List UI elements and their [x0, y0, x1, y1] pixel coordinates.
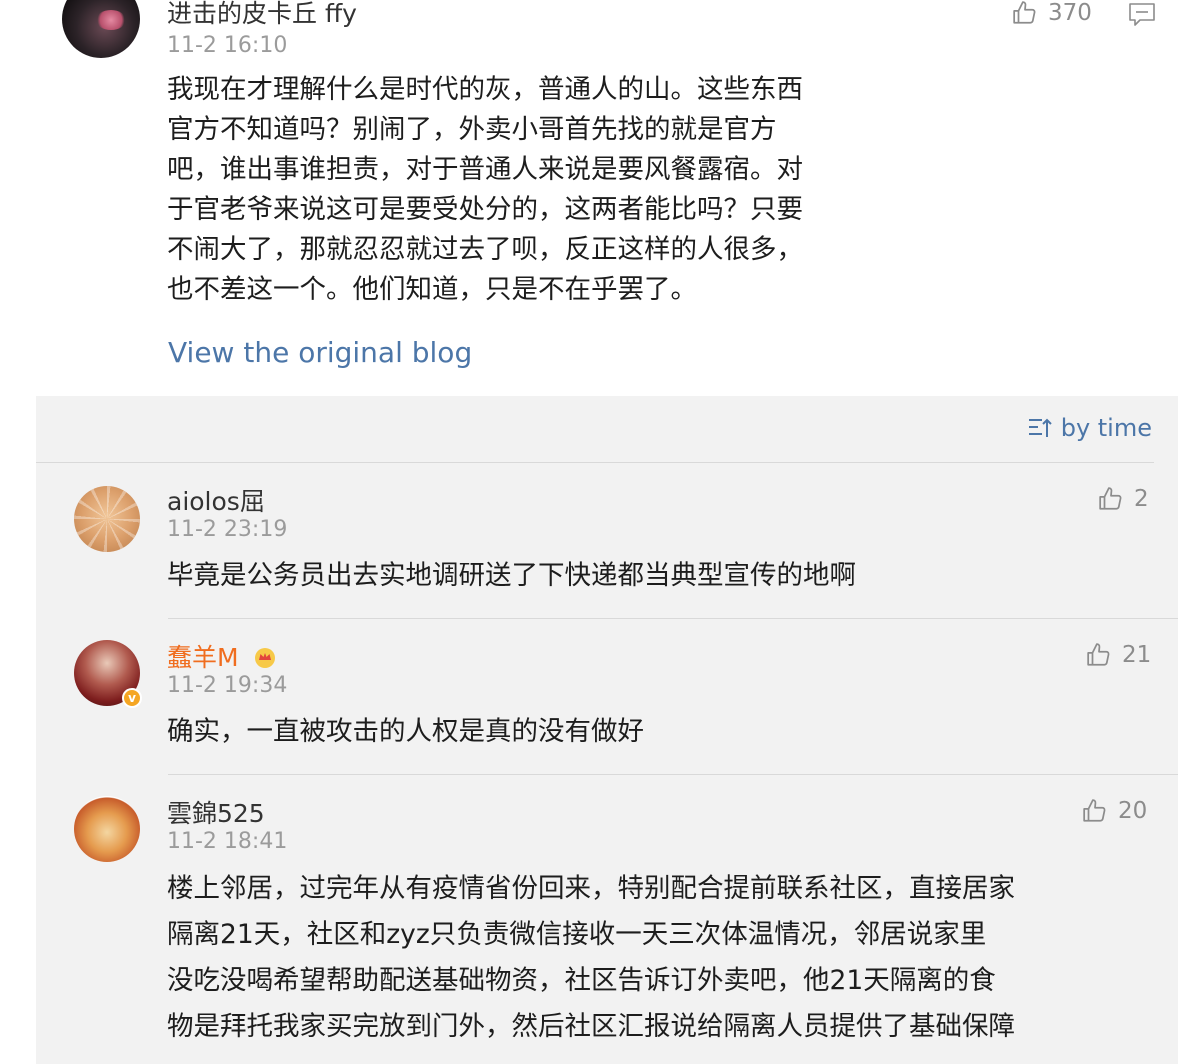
divider — [36, 462, 1154, 463]
thumbs-up-icon — [1087, 643, 1110, 666]
like-count: 21 — [1122, 642, 1152, 668]
reply-line: 毕竟是公务员出去实地调研送了下快递都当典型宣传的地啊 — [167, 560, 856, 591]
thumbs-up-icon — [1099, 487, 1122, 510]
reply-time: 11-2 19:34 — [167, 673, 288, 698]
comment-line: 我现在才理解什么是时代的灰，普通人的山。这些东西 — [167, 74, 803, 105]
like-count: 20 — [1118, 798, 1148, 824]
reply-comment-icon[interactable] — [1128, 2, 1156, 28]
comment-username[interactable]: 进击的皮卡丘 ffy — [167, 0, 357, 30]
reply-line: 楼上邻居，过完年从有疫情省份回来，特别配合提前联系社区，直接居家 — [167, 873, 1015, 904]
like-button[interactable]: 20 — [1082, 798, 1147, 824]
reply-line: 物是拜托我家买完放到门外，然后社区汇报说给隔离人员提供了基础保障 — [167, 1011, 1015, 1042]
comment-line: 吧，谁出事谁担责，对于普通人来说是要风餐露宿。对 — [167, 154, 803, 185]
avatar-image — [96, 10, 126, 30]
reply-time: 11-2 23:19 — [167, 517, 288, 542]
verified-icon: v — [122, 688, 142, 708]
comment-time: 11-2 16:10 — [167, 33, 288, 58]
avatar[interactable] — [62, 0, 140, 58]
reply-body: 确实，一直被攻击的人权是真的没有做好 — [167, 712, 644, 752]
reply-username[interactable]: 蠢羊M — [167, 638, 277, 674]
reply-body: 楼上邻居，过完年从有疫情省份回来，特别配合提前联系社区，直接居家 隔离21天，社… — [167, 866, 1015, 1050]
reply-line: 确实，一直被攻击的人权是真的没有做好 — [167, 716, 644, 747]
divider — [168, 774, 1178, 775]
reply-username[interactable]: 雲錦525 — [167, 794, 265, 830]
comment-body: 我现在才理解什么是时代的灰，普通人的山。这些东西 官方不知道吗？别闹了，外卖小哥… — [167, 70, 803, 310]
divider — [168, 618, 1178, 619]
like-button[interactable]: 370 — [1012, 0, 1092, 26]
comment-line: 于官老爷来说这可是要受处分的，这两者能比吗？只要 — [167, 194, 803, 225]
reply-line: 隔离21天，社区和zyz只负责微信接收一天三次体温情况，邻居说家里 — [167, 919, 987, 950]
comment-line: 也不差这一个。他们知道，只是不在乎罢了。 — [167, 274, 697, 305]
reply-time: 11-2 18:41 — [167, 829, 288, 854]
reply-body: 毕竟是公务员出去实地调研送了下快递都当典型宣传的地啊 — [167, 556, 856, 596]
sort-label: by time — [1060, 414, 1152, 442]
reply-username-text: 蠢羊M — [167, 643, 239, 672]
reply-username[interactable]: aiolos屈 — [167, 482, 265, 518]
sort-by-time-button[interactable]: by time — [1027, 414, 1152, 442]
avatar[interactable] — [74, 796, 140, 862]
thumbs-up-icon — [1013, 1, 1036, 24]
comment-line: 不闹大了，那就忍忍就过去了呗，反正这样的人很多， — [167, 234, 803, 265]
like-count: 370 — [1048, 0, 1092, 26]
crown-icon — [254, 648, 275, 668]
like-button[interactable]: 2 — [1098, 486, 1149, 512]
thumbs-up-icon — [1083, 799, 1106, 822]
main-comment: 进击的皮卡丘 ffy 11-2 16:10 370 我现在才理解什么是时代的灰，… — [0, 0, 1200, 396]
sort-icon — [1028, 418, 1052, 437]
avatar[interactable] — [74, 486, 140, 552]
comment-line: 官方不知道吗？别闹了，外卖小哥首先找的就是官方 — [167, 114, 777, 145]
view-original-blog-link[interactable]: View the original blog — [168, 336, 472, 369]
reply-line: 没吃没喝希望帮助配送基础物资，社区告诉订外卖吧，他21天隔离的食 — [167, 965, 996, 996]
like-count: 2 — [1134, 486, 1149, 512]
like-button[interactable]: 21 — [1086, 642, 1151, 668]
